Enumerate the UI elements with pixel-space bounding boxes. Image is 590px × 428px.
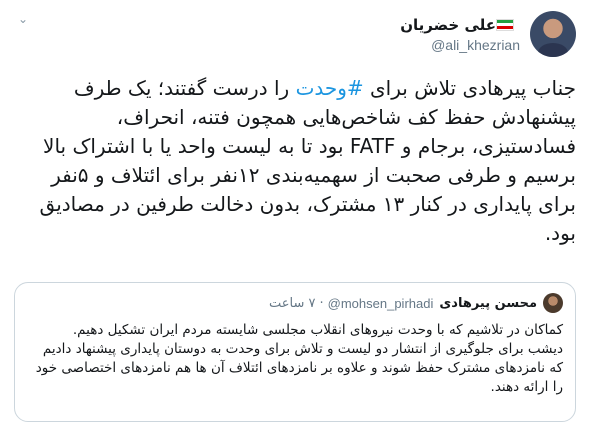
author-names: علی خضریان @ali_khezrian	[400, 16, 520, 53]
quoted-display-name: محسن پیرهادی	[439, 295, 537, 311]
hashtag-link[interactable]: #وحدت	[296, 76, 364, 100]
chevron-down-icon[interactable]: ⌄	[16, 12, 30, 26]
quoted-paragraph: دیشب برای جلوگیری از انتشار دو لیست و تل…	[35, 341, 563, 395]
quoted-tweet-header: محسن پیرهادی @mohsen_pirhadi · ۷ ساعت	[27, 293, 563, 313]
quoted-avatar	[543, 293, 563, 313]
quoted-paragraph: کماکان در تلاشیم که با وحدت نیروهای انقل…	[72, 322, 563, 338]
quoted-separator: ·	[319, 295, 324, 311]
tweet-text-part-2: را درست گفتند؛ یک طرف پیشنهادش حفظ کف شا…	[39, 76, 576, 245]
avatar[interactable]	[530, 11, 576, 57]
iran-flag-icon	[496, 18, 514, 31]
tweet-text: جناب پیرهادی تلاش برای #وحدت را درست گفت…	[14, 74, 576, 248]
tweet-header: علی خضریان @ali_khezrian	[400, 8, 576, 60]
quoted-text: کماکان در تلاشیم که با وحدت نیروهای انقل…	[27, 321, 563, 397]
author-display-name[interactable]: علی خضریان	[400, 16, 496, 34]
author-handle[interactable]: @ali_khezrian	[431, 37, 520, 53]
tweet-card: ⌄ علی خضریان @ali_khezrian جناب پیرهادی …	[0, 0, 590, 428]
flag-stripe-red	[497, 26, 513, 30]
quoted-timestamp: ۷ ساعت	[269, 295, 316, 311]
quoted-tweet[interactable]: محسن پیرهادی @mohsen_pirhadi · ۷ ساعت کم…	[14, 282, 576, 422]
quoted-handle: @mohsen_pirhadi	[327, 295, 434, 311]
tweet-text-part-1: جناب پیرهادی تلاش برای	[363, 76, 576, 100]
